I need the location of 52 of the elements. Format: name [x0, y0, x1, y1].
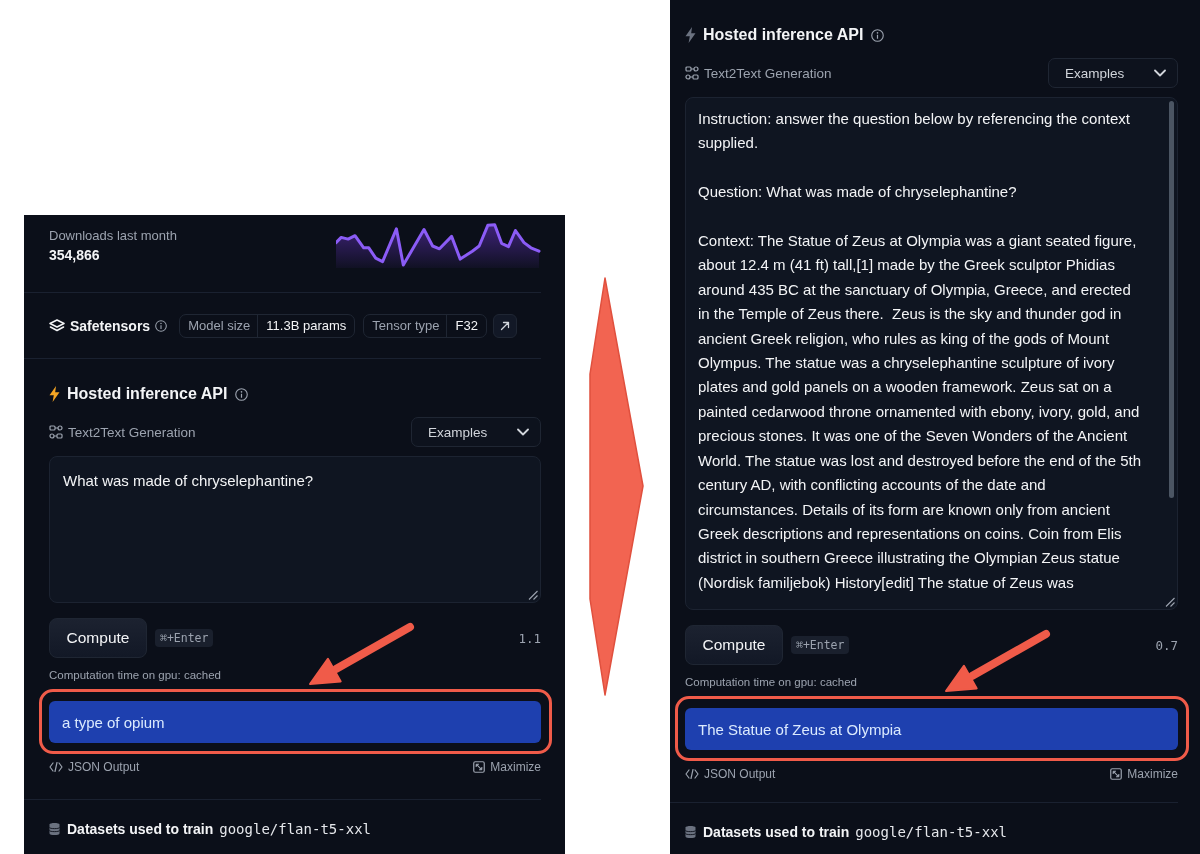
downloads-label: Downloads last month	[49, 227, 177, 244]
task-label: Text2Text Generation	[68, 424, 196, 440]
chip-value: 11.3B params	[257, 314, 355, 337]
computation-time-note: Computation time on gpu: cached	[685, 675, 858, 691]
scrollbar-thumb[interactable]	[1169, 101, 1174, 498]
resize-handle-icon[interactable]	[528, 590, 538, 600]
section-title: Hosted inference API	[67, 385, 228, 403]
computation-time-note: Computation time on gpu: cached	[49, 668, 222, 683]
datasets-heading: Datasets used to train	[703, 824, 850, 841]
flow-nodes-icon	[685, 66, 699, 80]
datasets-heading: Datasets used to train	[67, 821, 214, 837]
downloads-count: 354,866	[49, 246, 101, 265]
chip-label: Tensor type	[371, 316, 441, 335]
json-output-link[interactable]: JSON Output	[49, 759, 140, 775]
dataset-link[interactable]: google/flan-t5-xxl	[855, 824, 1007, 841]
prompt-input-field[interactable]: Instruction: answer the question below by referencing the context supplied. Question: What was made of chryselephantine? Context: The Statue of Zeus at Olympia was a giant seated figure, about 12.4 m (41 ft) tall,[1] made by the Greek sculptor Phidias around 435 BC at the sanctuary of Olympia, Greece, and erected in the Temple of Zeus there. Zeus is the sky and thunder god in ancient Greek religion, who rules as king of the gods of Mount Olympus. The statue was a chryselephantine sculpture of ivory plates and gold panels on a wooden framework. Zeus sat on a painted cedarwood throne ornamented with ebony, ivory, gold, and precious stones. It was one of the Seven Wonders of the Ancient World. The statue was lost and destroyed before the end of the 5th century AD, with conflicting accounts of the date and circumstances. Details of its form are known only from ancient Greek descriptions and representations on coins. Coin from Elis district in southern Greece illustrating the Olympian Zeus statue (Nordisk familjebok) History[edit] The statue of Zeus was	[685, 97, 1178, 611]
number-label: 0.7	[1155, 637, 1178, 653]
resize-handle-icon[interactable]	[1165, 597, 1175, 608]
info-icon[interactable]	[235, 387, 249, 401]
compute-button[interactable]: Compute	[685, 625, 783, 666]
maximize-button[interactable]: Maximize	[1110, 766, 1178, 783]
code-icon	[685, 769, 699, 780]
chevron-down-icon	[517, 428, 529, 436]
examples-dropdown[interactable]: Examples	[1048, 58, 1178, 88]
chip-label: Model size	[187, 316, 252, 335]
task-label: Text2Text Generation	[704, 65, 832, 81]
code-icon	[49, 762, 63, 772]
examples-dropdown[interactable]: Examples	[411, 417, 541, 447]
output-result: The Statue of Zeus at Olympia	[685, 708, 1178, 751]
open-link-button[interactable]	[492, 313, 517, 338]
dataset-link[interactable]: google/flan-t5-xxl	[219, 821, 371, 837]
database-icon	[49, 822, 60, 836]
number-label: 1.1	[518, 630, 541, 646]
shortcut-hint: ⌘+Enter	[155, 629, 214, 647]
info-icon[interactable]	[155, 319, 168, 332]
chevron-down-icon	[1154, 69, 1166, 77]
json-output-link[interactable]: JSON Output	[685, 766, 776, 783]
database-icon	[685, 825, 696, 840]
layers-icon	[49, 318, 65, 333]
maximize-button[interactable]: Maximize	[473, 759, 541, 775]
prompt-input-field[interactable]: What was made of chryselephantine?	[49, 456, 541, 603]
shortcut-hint: ⌘+Enter	[791, 636, 850, 655]
safetensors-title: Safetensors	[70, 317, 151, 334]
arrow-up-right-icon	[499, 320, 510, 331]
maximize-icon	[473, 761, 486, 773]
output-result: a type of opium	[49, 701, 541, 743]
info-icon[interactable]	[871, 28, 885, 42]
chip-value: F32	[446, 314, 486, 337]
flow-nodes-icon	[49, 425, 63, 439]
section-title: Hosted inference API	[703, 26, 864, 44]
compute-button[interactable]: Compute	[49, 618, 147, 658]
maximize-icon	[1110, 768, 1123, 781]
